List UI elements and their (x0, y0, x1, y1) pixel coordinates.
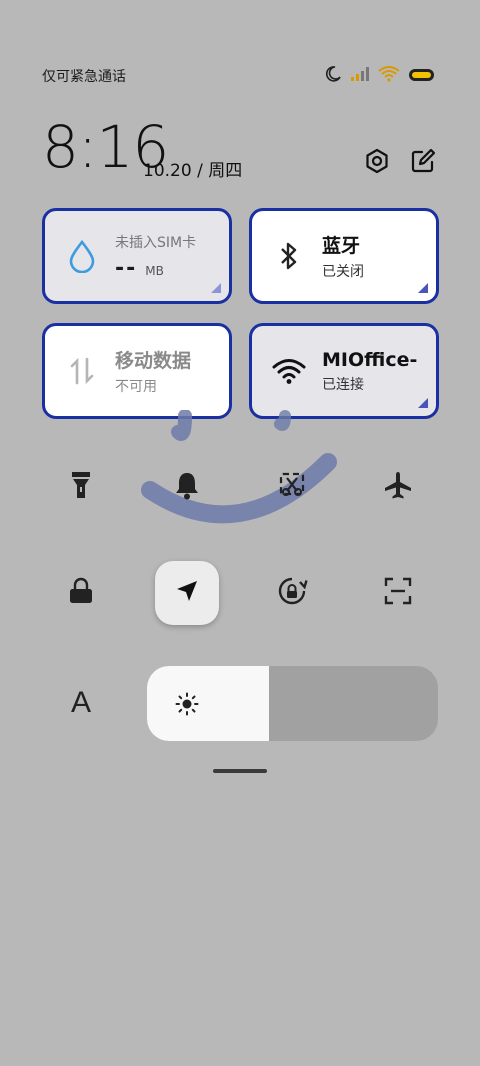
wifi-tile[interactable]: MIOffice- 已连接 (249, 323, 439, 419)
lock-icon (68, 577, 94, 609)
mobile-data-tile-title: 移动数据 (115, 350, 192, 372)
water-drop-icon (65, 239, 99, 273)
flashlight-toggle[interactable] (49, 455, 113, 519)
bluetooth-tile-title: 蓝牙 (322, 235, 361, 257)
airplane-icon (383, 470, 413, 504)
settings-icon (364, 148, 390, 178)
tile-expand-corner (211, 283, 221, 293)
ring-mode-toggle[interactable] (155, 455, 219, 519)
location-icon (174, 578, 200, 608)
screenshot-toggle[interactable] (260, 455, 324, 519)
edit-button[interactable] (408, 148, 438, 178)
weekday-value: 周四 (208, 161, 243, 181)
tile-expand-corner (418, 398, 428, 408)
sun-icon (175, 692, 199, 720)
data-arrows-icon (65, 354, 99, 388)
mobile-data-tile-status: 不可用 (115, 379, 157, 395)
auto-brightness-button[interactable]: A (66, 686, 96, 720)
scan-icon (384, 577, 412, 609)
date-value: 10.20 (143, 161, 192, 181)
brightness-slider[interactable] (147, 666, 438, 741)
wifi-icon (272, 354, 306, 388)
wifi-icon (378, 66, 400, 86)
status-carrier-text: 仅可紧急通话 (42, 69, 126, 85)
data-usage-value: -- (115, 255, 138, 281)
moon-icon (324, 65, 342, 87)
bluetooth-tile[interactable]: 蓝牙 已关闭 (249, 208, 439, 304)
rotation-lock-toggle[interactable] (260, 561, 324, 625)
bluetooth-icon (272, 239, 306, 273)
date-text: 10.20 / 周四 (143, 156, 242, 181)
lock-screen-toggle[interactable] (49, 561, 113, 625)
sim-data-tile[interactable]: 未插入SIM卡 -- MB (42, 208, 232, 304)
date-separator: / (197, 161, 203, 181)
drag-handle[interactable] (213, 769, 267, 773)
status-icons (324, 66, 436, 86)
wifi-tile-title: MIOffice- (322, 348, 418, 371)
location-toggle[interactable] (155, 561, 219, 625)
rotation-lock-icon (275, 574, 309, 612)
bluetooth-tile-status: 已关闭 (322, 264, 364, 280)
flashlight-icon (70, 470, 92, 504)
data-usage-unit: MB (145, 263, 164, 278)
settings-button[interactable] (362, 148, 392, 178)
scanner-toggle[interactable] (366, 561, 430, 625)
tile-expand-corner (418, 283, 428, 293)
brightness-fill (147, 666, 270, 741)
screenshot-icon (278, 471, 306, 503)
bell-icon (173, 470, 201, 504)
sim-tile-title: 未插入SIM卡 (115, 234, 197, 251)
mobile-data-tile[interactable]: 移动数据 不可用 (42, 323, 232, 419)
signal-icon (350, 66, 370, 86)
airplane-mode-toggle[interactable] (366, 455, 430, 519)
edit-icon (410, 148, 436, 178)
wifi-tile-status: 已连接 (322, 376, 364, 393)
battery-icon (408, 67, 436, 86)
